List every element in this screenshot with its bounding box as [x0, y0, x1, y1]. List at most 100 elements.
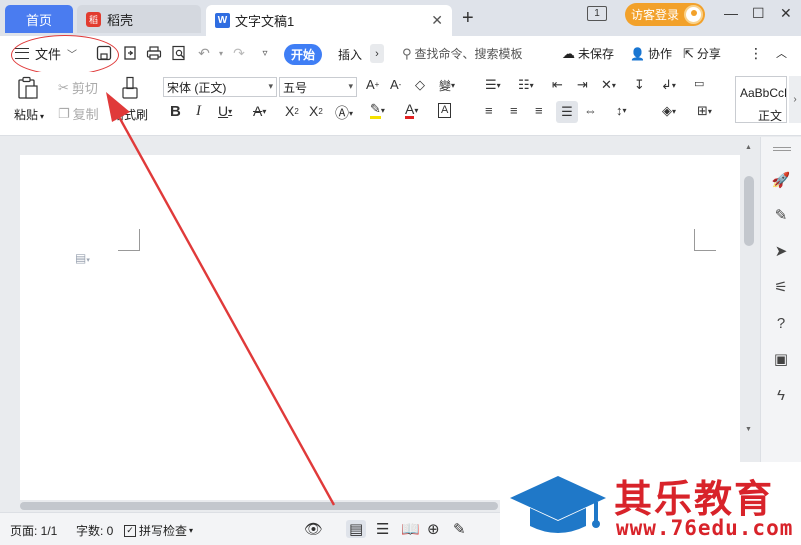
command-search-placeholder: 查找命令、搜索模板	[414, 47, 523, 61]
close-tab-icon[interactable]: ✕	[431, 12, 443, 29]
strikethrough-icon[interactable]: A ▾	[253, 103, 266, 119]
italic-icon[interactable]: I	[196, 103, 201, 120]
lightning-icon[interactable]: ϟ	[771, 385, 791, 405]
more-options-icon[interactable]: ⋮	[749, 45, 763, 62]
line-spacing-icon[interactable]: ↕ ▾	[616, 103, 627, 118]
close-window-icon[interactable]: ✕	[780, 5, 792, 22]
unsaved-button[interactable]: ☁ 未保存	[562, 45, 614, 62]
show-marks-icon[interactable]: ↲ ▾	[661, 77, 676, 93]
collapse-ribbon-icon[interactable]: ︿	[776, 45, 787, 61]
style-normal[interactable]: AaBbCcDd 正文	[735, 76, 787, 123]
tab-document[interactable]: W 文字文稿1 ✕	[206, 5, 452, 36]
maximize-icon[interactable]: ☐	[752, 5, 765, 22]
bold-icon[interactable]: B	[170, 103, 181, 120]
collaborate-button[interactable]: 👤 协作	[630, 45, 672, 62]
font-family-select[interactable]: 宋体 (正文) ▾	[163, 77, 277, 97]
redo-icon[interactable]: ↷	[231, 45, 247, 61]
highlight-icon[interactable]: ✎ ▾	[370, 102, 385, 119]
align-center-icon[interactable]: ≡	[510, 103, 518, 118]
daoke-logo-icon: 稻	[86, 11, 101, 27]
numbered-list-icon[interactable]: ☷ ▾	[518, 77, 534, 93]
horizontal-scroll-thumb[interactable]	[20, 502, 498, 510]
shrink-font-icon[interactable]: A-	[390, 77, 401, 92]
write-mode-icon[interactable]: ✎	[453, 520, 466, 538]
tab-home[interactable]: 首页	[5, 5, 73, 33]
cursor-icon[interactable]: ➤	[771, 241, 791, 261]
tab-document-label: 文字文稿1	[235, 14, 295, 29]
eye-protection-icon[interactable]: 👁	[304, 520, 323, 538]
subscript-icon[interactable]: X2	[309, 103, 323, 119]
text-effect-icon[interactable]: Ⓐ ▾	[335, 103, 353, 123]
bullet-list-icon[interactable]: ☰ ▾	[485, 77, 501, 93]
margin-corner-top-right	[694, 229, 716, 251]
web-view-icon[interactable]: ⊕	[427, 520, 440, 538]
print-icon[interactable]	[146, 45, 162, 61]
window-count-badge[interactable]: 1	[587, 6, 607, 21]
clear-format-icon[interactable]: ◇	[415, 77, 425, 93]
cut-button[interactable]: ✂ 剪切	[58, 78, 98, 97]
undo-icon[interactable]: ↶	[196, 45, 212, 61]
tab-start[interactable]: 开始	[284, 44, 322, 65]
export-icon[interactable]	[122, 45, 138, 61]
page-count[interactable]: 页面: 1/1	[10, 522, 57, 539]
outline-view-icon[interactable]: ☰	[376, 520, 389, 538]
ribbon-scroll-right-icon[interactable]: ›	[789, 76, 801, 123]
shading-icon[interactable]: ◈ ▾	[662, 103, 676, 119]
image-tool-icon[interactable]: ▣	[771, 349, 791, 369]
superscript-icon[interactable]: X2	[285, 103, 299, 119]
chevron-down-icon: ▾	[348, 81, 353, 91]
font-size-value: 五号	[283, 80, 308, 95]
paste-dropdown-icon: ▾	[40, 112, 45, 121]
page-view-icon[interactable]: ▤	[346, 520, 367, 538]
format-painter-button[interactable]: 格式刷	[112, 106, 148, 123]
phonetic-guide-icon[interactable]: 變 ▾	[439, 77, 455, 94]
pen-icon[interactable]: ✎	[771, 205, 791, 225]
align-right-icon[interactable]: ≡	[535, 103, 543, 118]
borders-icon[interactable]: ⊞ ▾	[697, 103, 712, 119]
vertical-scroll-thumb[interactable]	[744, 176, 754, 246]
tab-daoke[interactable]: 稻 稻壳	[77, 5, 201, 33]
justify-icon[interactable]: ☰	[556, 101, 578, 123]
print-preview-icon[interactable]	[171, 45, 187, 61]
decrease-indent-icon[interactable]: ⇤	[552, 77, 563, 93]
reading-view-icon[interactable]: 📖	[401, 520, 420, 538]
align-left-icon[interactable]: ≡	[485, 103, 493, 118]
increase-indent-icon[interactable]: ⇥	[577, 77, 588, 93]
format-painter-icon[interactable]	[118, 76, 142, 100]
help-icon[interactable]: ?	[771, 313, 791, 333]
font-size-select[interactable]: 五号 ▾	[279, 77, 357, 97]
character-border-icon[interactable]: A	[438, 103, 452, 118]
ruler-icon[interactable]: ▭	[694, 77, 704, 90]
undo-dropdown-icon[interactable]: ▾	[213, 45, 229, 61]
scroll-down-icon[interactable]: ▼	[745, 426, 752, 433]
tab-start-label: 开始	[290, 48, 315, 62]
sort-icon[interactable]: ↧	[634, 77, 645, 93]
copy-button[interactable]: ❐ 复制	[58, 104, 99, 123]
rocket-icon[interactable]: 🚀	[771, 170, 791, 190]
command-search[interactable]: ⚲ 查找命令、搜索模板	[402, 45, 523, 62]
new-tab-icon[interactable]: +	[462, 7, 474, 30]
adjust-icon[interactable]: ⚟	[771, 277, 791, 297]
guest-login-button[interactable]: 访客登录	[625, 3, 705, 26]
horizontal-scrollbar[interactable]	[20, 500, 500, 512]
distribute-icon[interactable]: ⇔	[584, 103, 597, 118]
vertical-scrollbar[interactable]: ▲ ▼	[742, 140, 756, 440]
document-page[interactable]: ▤▾	[20, 155, 740, 510]
spell-check-button[interactable]: ✓ 拼写检查 ▾	[124, 522, 193, 539]
more-tabs-icon[interactable]: ›	[370, 44, 384, 63]
word-count[interactable]: 字数: 0	[76, 522, 113, 539]
share-button[interactable]: ⇱ 分享	[683, 45, 721, 62]
tab-insert[interactable]: 插入	[338, 46, 362, 63]
minimize-icon[interactable]: —	[724, 5, 738, 21]
people-icon: 👤	[630, 46, 645, 61]
search-icon: ⚲	[402, 45, 412, 61]
paragraph-handle-icon[interactable]: ▤▾	[75, 251, 90, 265]
chinese-layout-icon[interactable]: ✕ ▾	[601, 77, 616, 93]
grow-font-icon[interactable]: A +	[366, 77, 379, 92]
font-color-icon[interactable]: A ▾	[405, 102, 418, 119]
customize-toolbar-icon[interactable]: ▿	[257, 45, 273, 61]
underline-icon[interactable]: U ▾	[218, 103, 232, 119]
paste-button[interactable]: 粘贴 ▾	[14, 106, 44, 123]
paste-icon[interactable]	[16, 76, 40, 100]
scroll-up-icon[interactable]: ▲	[745, 144, 752, 151]
